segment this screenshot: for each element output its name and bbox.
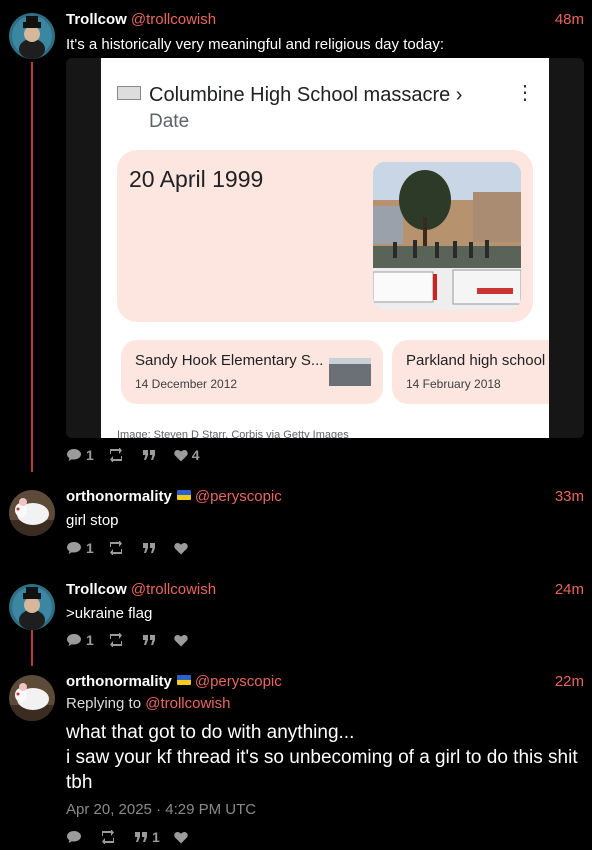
- repost-icon: [109, 541, 122, 555]
- post-text-line: what that got to do with anything...: [66, 722, 355, 743]
- reply-button[interactable]: 1: [66, 540, 94, 556]
- user-handle[interactable]: @trollcowish: [131, 11, 216, 28]
- post-text: >ukraine flag: [66, 605, 153, 622]
- like-button[interactable]: 4: [174, 447, 200, 463]
- related-card[interactable]: Sandy Hook Elementary S... 14 December 2…: [121, 340, 383, 404]
- reply-button[interactable]: 1: [66, 447, 94, 463]
- quote-button[interactable]: [142, 449, 160, 461]
- date-panel: 20 April 1999: [117, 150, 533, 322]
- event-photo: [373, 162, 521, 310]
- heart-icon: [174, 542, 188, 554]
- heart-icon: [174, 449, 188, 461]
- repost-button[interactable]: [108, 541, 128, 555]
- avatar[interactable]: [9, 675, 55, 721]
- reply-button[interactable]: 1: [66, 632, 94, 648]
- post-timestamp[interactable]: Apr 20, 2025 · 4:29 PM UTC: [66, 801, 256, 818]
- quote-button[interactable]: 1: [134, 829, 160, 845]
- display-name[interactable]: orthonormality: [66, 673, 172, 690]
- repost-icon: [109, 448, 122, 462]
- reply-count: 1: [86, 632, 94, 648]
- replying-to: Replying to @trollcowish: [66, 695, 230, 712]
- repost-icon: [109, 633, 122, 647]
- like-button[interactable]: [174, 831, 192, 844]
- like-button[interactable]: [174, 542, 192, 555]
- repost-button[interactable]: [108, 633, 128, 647]
- post-text-line: i saw your kf thread it's so unbecoming …: [66, 747, 578, 793]
- replying-label: Replying to: [66, 695, 142, 712]
- post-time[interactable]: 24m: [555, 581, 584, 598]
- related-date: 14 February 2018: [406, 377, 501, 391]
- thread-line: [31, 62, 33, 472]
- related-date: 14 December 2012: [135, 377, 238, 391]
- image-embed[interactable]: Columbine High School massacre › Date ⋮ …: [66, 58, 584, 438]
- thread-line: [31, 630, 33, 666]
- display-name[interactable]: Trollcow: [66, 11, 127, 28]
- display-name[interactable]: Trollcow: [66, 581, 127, 598]
- quote-icon: [135, 832, 147, 842]
- user-handle[interactable]: @peryscopic: [195, 673, 282, 690]
- post-header: Trollcow @trollcowish 48m: [66, 11, 584, 28]
- post-header: orthonormality @peryscopic 33m: [66, 488, 584, 505]
- post-time[interactable]: 22m: [555, 673, 584, 690]
- repost-icon: [102, 830, 114, 844]
- post-actions: 1: [66, 632, 192, 648]
- like-count: 4: [191, 447, 200, 463]
- post-time[interactable]: 48m: [555, 11, 584, 28]
- replying-handle[interactable]: @trollcowish: [145, 695, 230, 712]
- reply-button[interactable]: [66, 830, 86, 844]
- post-actions: 1: [66, 829, 192, 845]
- image-credit: Image: Steven D Starr, Corbis via Getty …: [117, 429, 349, 438]
- like-button[interactable]: [174, 634, 192, 647]
- search-result-card: Columbine High School massacre › Date ⋮ …: [101, 58, 549, 438]
- related-title: Sandy Hook Elementary S...: [135, 352, 324, 369]
- related-title: Parkland high school s: [406, 352, 549, 369]
- related-thumbnail: [329, 358, 371, 386]
- post-text: what that got to do with anything... i s…: [66, 720, 581, 795]
- quote-icon: [142, 450, 155, 460]
- display-name[interactable]: orthonormality: [66, 488, 172, 505]
- quote-button[interactable]: [142, 542, 160, 554]
- post-actions: 1 4: [66, 447, 200, 463]
- ukraine-flag-icon: [176, 490, 191, 500]
- quote-icon: [142, 543, 155, 553]
- reply-count: 1: [86, 540, 94, 556]
- user-handle[interactable]: @peryscopic: [195, 488, 282, 505]
- post-header: orthonormality @peryscopic 22m: [66, 673, 584, 690]
- post-time[interactable]: 33m: [555, 488, 584, 505]
- comment-icon: [67, 542, 81, 554]
- post-actions: 1: [66, 540, 192, 556]
- ukraine-flag-icon: [176, 675, 191, 685]
- avatar[interactable]: [9, 584, 55, 630]
- avatar[interactable]: [9, 13, 55, 59]
- event-date: 20 April 1999: [129, 166, 264, 192]
- user-handle[interactable]: @trollcowish: [131, 581, 216, 598]
- post-header: Trollcow @trollcowish 24m: [66, 581, 584, 598]
- school-thumbnail-icon: [117, 86, 141, 100]
- reply-count: 1: [86, 447, 94, 463]
- quote-icon: [142, 635, 155, 645]
- comment-icon: [67, 634, 81, 646]
- heart-icon: [174, 831, 188, 843]
- result-title: Columbine High School massacre ›: [149, 84, 463, 106]
- post-text: girl stop: [66, 512, 119, 529]
- related-card[interactable]: Parkland high school s 14 February 2018: [392, 340, 549, 404]
- quote-button[interactable]: [142, 634, 160, 646]
- comment-icon: [67, 831, 81, 843]
- repost-button[interactable]: [108, 448, 128, 462]
- result-subtitle: Date: [149, 111, 190, 132]
- more-options-icon: ⋮: [515, 82, 535, 104]
- quote-count: 1: [152, 829, 160, 845]
- repost-button[interactable]: [100, 830, 120, 844]
- heart-icon: [174, 634, 188, 646]
- avatar[interactable]: [9, 490, 55, 536]
- post-text: It's a historically very meaningful and …: [66, 36, 445, 53]
- comment-icon: [67, 449, 81, 461]
